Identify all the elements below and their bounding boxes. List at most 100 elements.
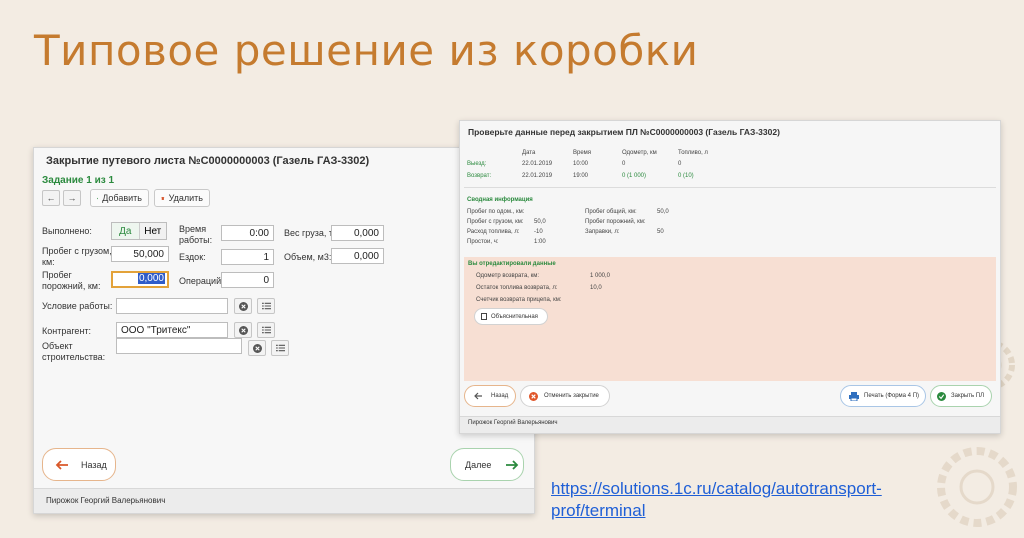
counterparty-label: Контрагент: [42, 326, 92, 336]
cargo-weight-label: Вес груза, т: [284, 228, 336, 238]
edited-data-panel: Вы отредактировали данные Одометр возвра… [464, 257, 996, 381]
window-title: Закрытие путевого листа №С0000000003 (Га… [46, 155, 370, 167]
volume-label: Объем, м3: [284, 252, 332, 262]
counterparty-input[interactable] [116, 322, 228, 338]
departure-fuel: 0 [678, 161, 682, 167]
edited-row-label: Счетчик возврата прицепа, км: [476, 297, 562, 303]
select-counterparty-button[interactable] [257, 322, 275, 338]
trips-input[interactable] [221, 249, 274, 265]
arrow-right-icon: → [67, 193, 77, 203]
slide-title: Типовое решение из коробки [34, 26, 699, 75]
arrow-right-icon [506, 459, 519, 470]
col-header-odometer: Одометр, км [622, 150, 657, 156]
cancel-icon [529, 391, 538, 401]
done-label: Выполнено: [42, 226, 92, 236]
col-header-date: Дата [522, 150, 536, 156]
cargo-weight-input[interactable] [331, 225, 384, 241]
return-odometer: 0 (1 000) [622, 173, 647, 179]
col-header-fuel: Топливо, л [678, 150, 708, 156]
arrow-left-icon [55, 459, 68, 470]
document-icon [481, 313, 487, 320]
departure-odometer: 0 [622, 161, 626, 167]
edited-row-label: Остаток топлива возврата, л: [476, 285, 558, 291]
summary-left-label: Расход топлива, л: [467, 229, 520, 235]
back-button[interactable]: Назад [464, 385, 516, 407]
clear-counterparty-button[interactable] [234, 322, 252, 338]
summary-left-label: Простои, ч: [467, 239, 499, 245]
empty-run-label: Пробег порожний, км: [42, 270, 101, 291]
status-bar: Пирожок Георгий Валерьянович [34, 488, 534, 513]
link-line-1: https://solutions.1c.ru/catalog/autotran… [551, 479, 882, 498]
construction-input[interactable] [116, 338, 242, 354]
summary-right-label: Пробег порожний, км: [585, 219, 646, 225]
select-work-condition-button[interactable] [257, 298, 275, 314]
divider [464, 187, 996, 188]
edited-row-label: Одометр возврата, км: [476, 273, 540, 279]
operations-input[interactable] [221, 272, 274, 288]
summary-left-label: Пробег с грузом, км: [467, 219, 524, 225]
explanatory-button[interactable]: Объяснительная [474, 308, 548, 325]
summary-title: Сводная информация [467, 197, 533, 203]
operations-label: Операций: [179, 276, 224, 286]
window-title: Проверьте данные перед закрытием ПЛ №С00… [468, 127, 780, 137]
plus-circle-icon [97, 197, 99, 199]
summary-left-value: 1:00 [534, 239, 546, 245]
empty-run-value: 0,000 [137, 273, 165, 284]
summary-right-value: 50,0 [657, 209, 669, 215]
task-counter: Задание 1 из 1 [42, 175, 115, 186]
work-condition-input[interactable] [116, 298, 228, 314]
clear-icon [252, 343, 262, 353]
edited-title: Вы отредактировали данные [468, 261, 556, 267]
work-time-input[interactable] [221, 225, 274, 241]
arrow-left-icon [474, 392, 482, 400]
clear-work-condition-button[interactable] [234, 298, 252, 314]
back-button[interactable]: Назад [42, 448, 116, 481]
done-toggle: Да Нет [111, 222, 167, 240]
arrow-left-icon: ← [46, 193, 56, 203]
edited-row-value: 1 000,0 [590, 273, 611, 279]
empty-run-input[interactable]: 0,000 [111, 271, 169, 288]
list-icon [275, 344, 285, 352]
col-header-time: Время [573, 150, 592, 156]
summary-right-value: 50 [657, 229, 664, 235]
add-button[interactable]: Добавить [90, 189, 149, 207]
trash-icon [161, 196, 165, 200]
summary-left-label: Пробег по одом., км: [467, 209, 525, 215]
nav-forward-button[interactable]: → [63, 190, 81, 206]
clear-icon [238, 325, 248, 335]
gear-decoration-icon [937, 447, 1017, 527]
construction-label: Объект строительства: [42, 341, 106, 362]
return-date: 22.01.2019 [522, 173, 553, 179]
trips-label: Ездок: [179, 252, 206, 262]
yes-option[interactable]: Да [112, 223, 139, 239]
return-time: 19:00 [573, 173, 589, 179]
next-button[interactable]: Далее [450, 448, 524, 481]
cancel-closing-button[interactable]: Отменить закрытие [520, 385, 610, 407]
nav-back-button[interactable]: ← [42, 190, 60, 206]
work-condition-label: Условие работы: [42, 301, 113, 311]
delete-button[interactable]: Удалить [154, 189, 210, 207]
print-button[interactable]: Печать (Форма 4 П) [840, 385, 926, 407]
no-option[interactable]: Нет [138, 223, 166, 239]
user-name: Пирожок Георгий Валерьянович [46, 496, 166, 505]
summary-left-value: 50,0 [534, 219, 546, 225]
solution-link[interactable]: https://solutions.1c.ru/catalog/autotran… [551, 478, 882, 522]
return-label: Возврат: [467, 173, 492, 179]
work-time-label: Время работы: [179, 224, 213, 245]
summary-right-label: Заправки, л: [585, 229, 620, 235]
loaded-run-label: Пробег с грузом, км: [42, 246, 112, 267]
departure-time: 10:00 [573, 161, 589, 167]
close-waybill-button[interactable]: Закрыть ПЛ [930, 385, 992, 407]
user-name: Пирожок Георгий Валерьянович [468, 420, 558, 426]
departure-date: 22.01.2019 [522, 161, 553, 167]
summary-left-value: -10 [534, 229, 543, 235]
check-before-close-window: Проверьте данные перед закрытием ПЛ №С00… [459, 120, 1001, 434]
departure-label: Выезд: [467, 161, 487, 167]
volume-input[interactable] [331, 248, 384, 264]
clear-construction-button[interactable] [248, 340, 266, 356]
status-bar: Пирожок Георгий Валерьянович [460, 416, 1000, 433]
clear-icon [238, 301, 248, 311]
select-construction-button[interactable] [271, 340, 289, 356]
loaded-run-input[interactable] [111, 246, 169, 262]
summary-right-label: Пробег общий, км: [585, 209, 637, 215]
